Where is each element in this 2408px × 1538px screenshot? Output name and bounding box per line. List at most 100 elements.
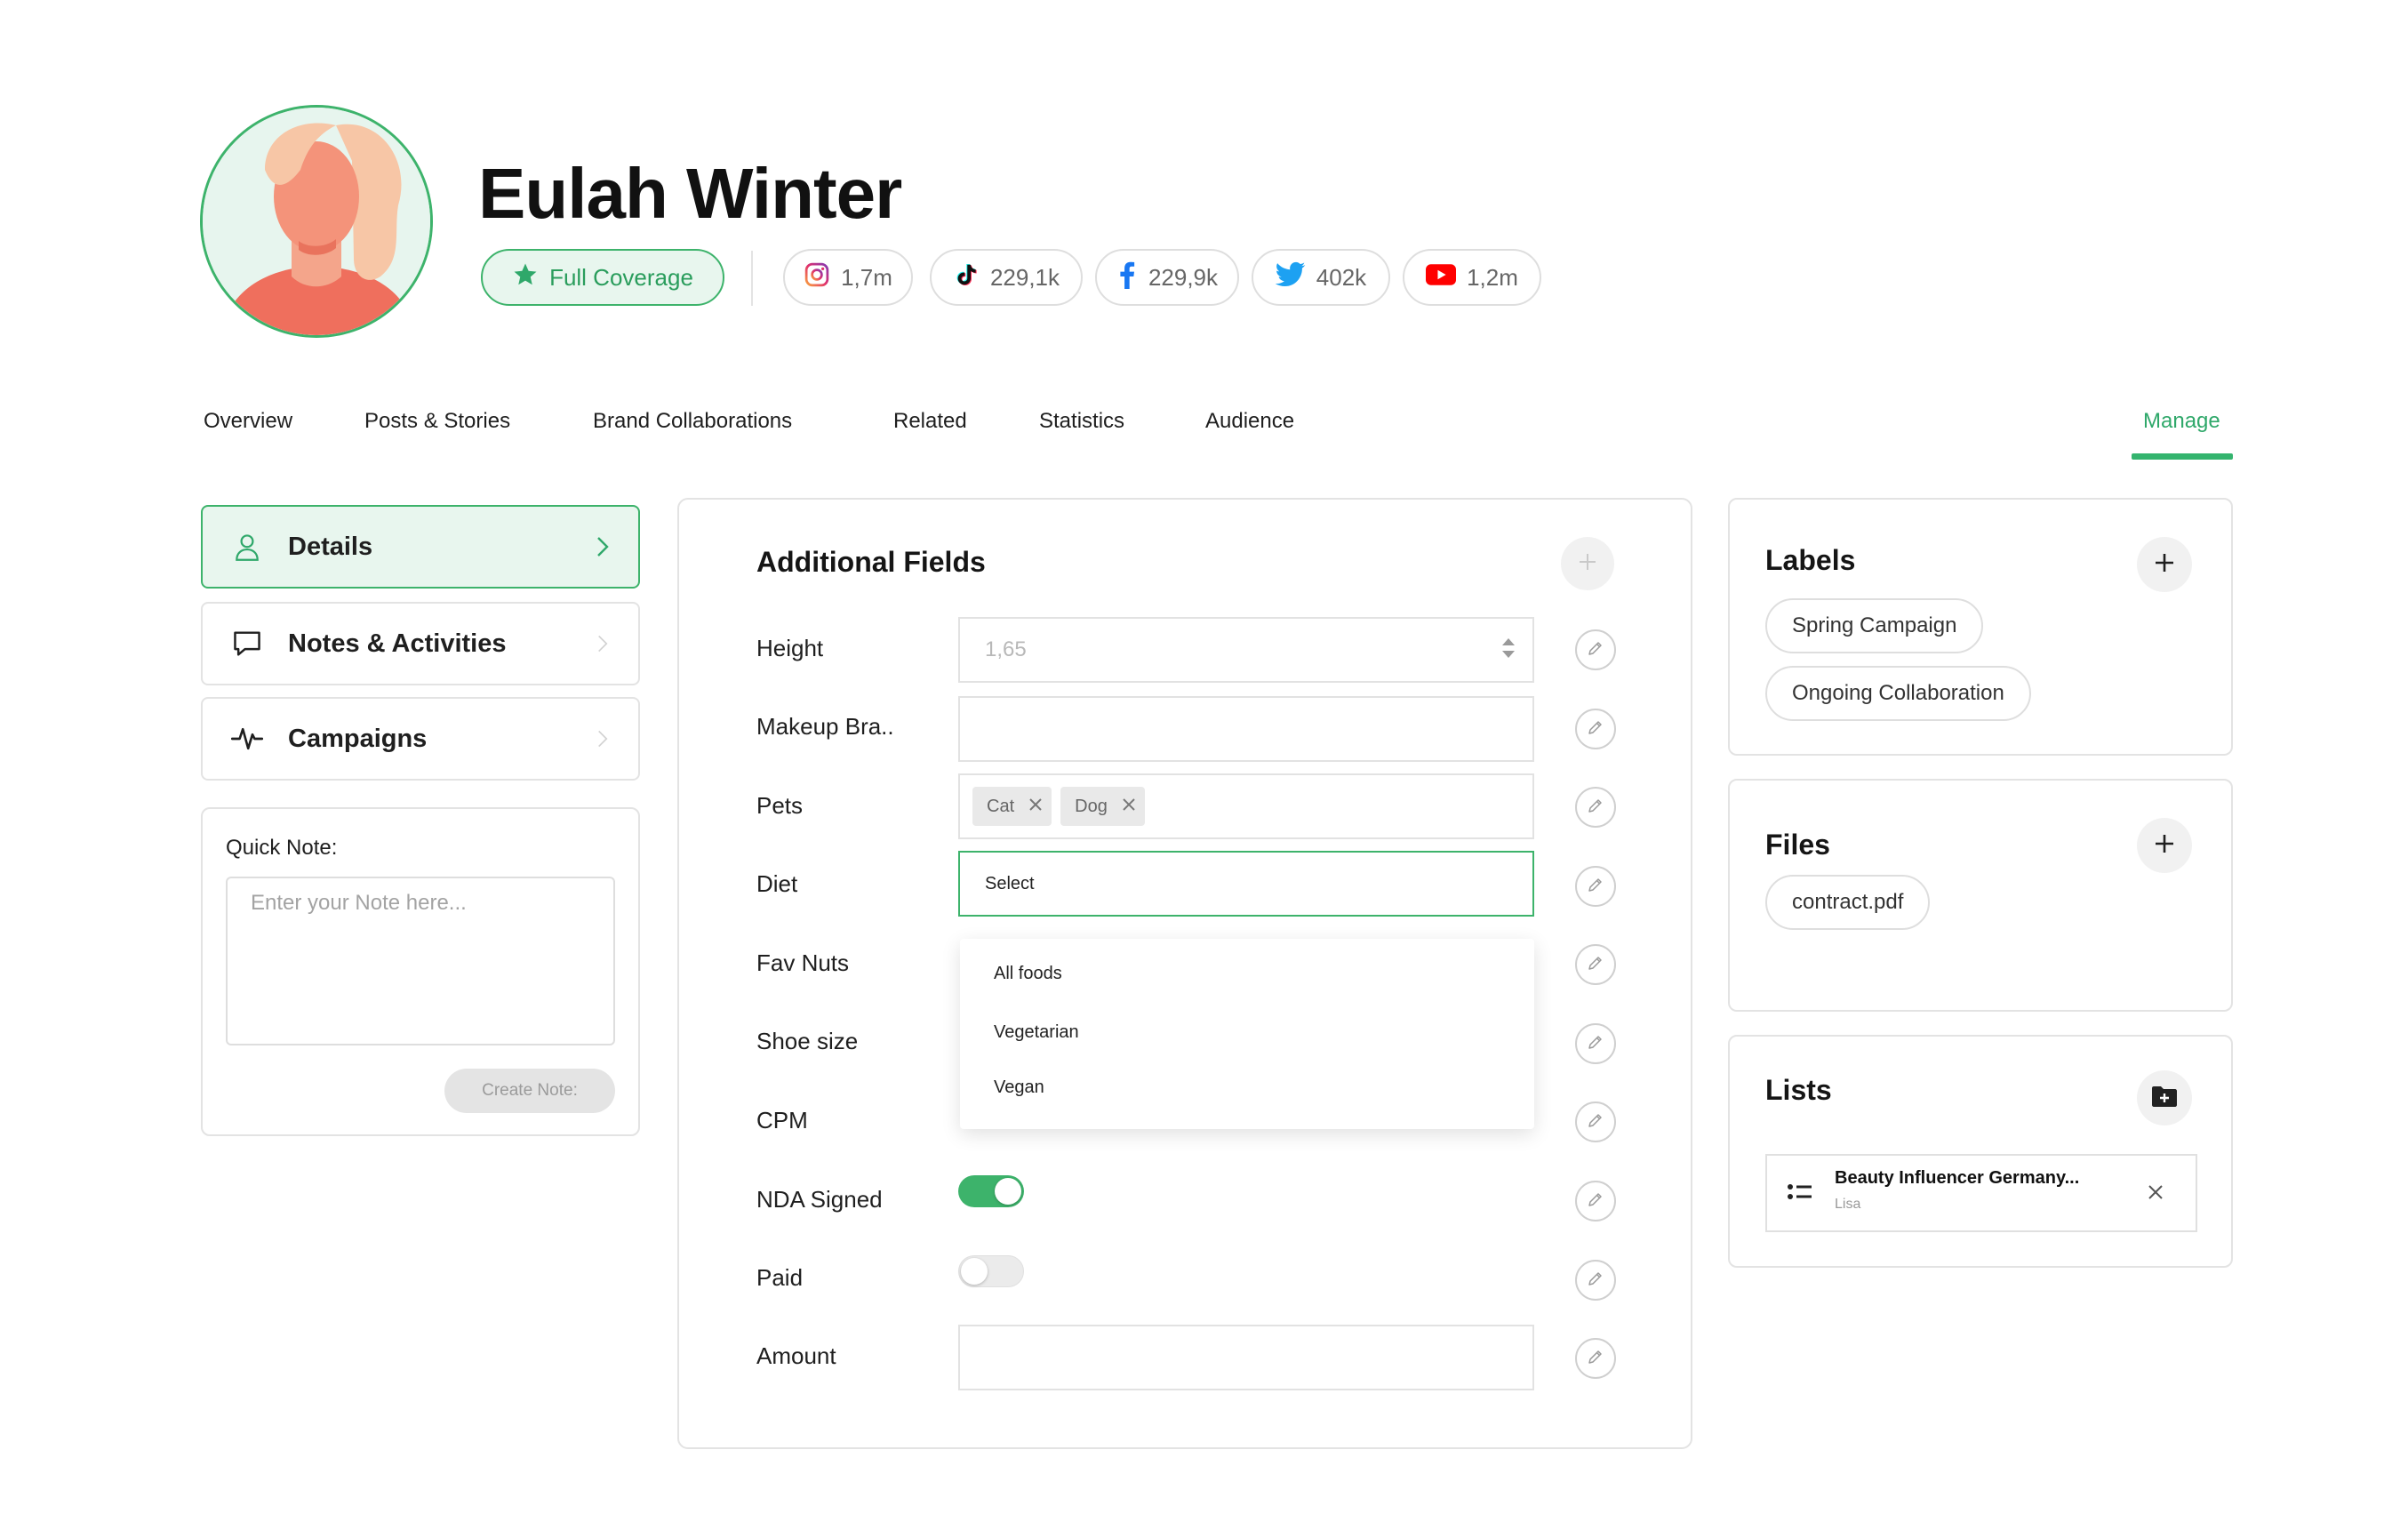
toggle-knob — [995, 1178, 1021, 1205]
pencil-icon — [1587, 954, 1604, 976]
field-label-fav-nuts: Fav Nuts — [756, 949, 850, 976]
chip-label: Dog — [1075, 796, 1108, 816]
avatar — [200, 105, 433, 338]
remove-list-icon[interactable] — [2148, 1184, 2164, 1205]
tiktok-icon — [953, 261, 980, 294]
edit-pets-button[interactable] — [1575, 787, 1616, 828]
pencil-icon — [1587, 639, 1604, 661]
sidebar-item-campaigns[interactable]: Campaigns — [201, 697, 640, 781]
edit-nda-signed-button[interactable] — [1575, 1181, 1616, 1222]
field-label-paid: Paid — [756, 1264, 804, 1291]
youtube-icon — [1426, 263, 1457, 292]
chip-label: Cat — [987, 796, 1015, 816]
list-item[interactable] — [1765, 1154, 2197, 1232]
edit-cpm-button[interactable] — [1575, 1101, 1616, 1142]
nda-signed-toggle[interactable] — [958, 1175, 1024, 1207]
create-note-button[interactable]: Create Note: — [444, 1069, 615, 1113]
twitter-count: 402k — [1316, 263, 1367, 291]
instagram-count: 1,7m — [841, 263, 892, 291]
label-tag[interactable]: Ongoing Collaboration — [1765, 666, 2031, 721]
lists-card — [1728, 1035, 2233, 1268]
list-bullet-icon — [1787, 1181, 1813, 1208]
diet-option-vegetarian[interactable]: Vegetarian — [994, 1022, 1079, 1043]
tiktok-count: 229,1k — [989, 263, 1060, 291]
height-number-input[interactable]: 1,65 — [958, 617, 1534, 683]
coverage-badge[interactable]: Full Coverage — [481, 249, 724, 306]
star-icon — [512, 261, 539, 294]
tab-audience[interactable]: Audience — [1205, 409, 1294, 434]
edit-amount-button[interactable] — [1575, 1338, 1616, 1379]
plus-icon — [1578, 552, 1597, 576]
edit-fav-nuts-button[interactable] — [1575, 944, 1616, 985]
makeup-brand-input[interactable] — [958, 696, 1534, 762]
paid-toggle[interactable] — [958, 1255, 1024, 1287]
close-icon[interactable] — [1122, 797, 1136, 817]
diet-select[interactable]: Select — [958, 851, 1534, 917]
twitter-icon — [1275, 261, 1306, 294]
edit-height-button[interactable] — [1575, 629, 1616, 670]
spinner-arrows-icon[interactable] — [1500, 635, 1516, 666]
coverage-label: Full Coverage — [549, 263, 693, 291]
add-list-button[interactable] — [2137, 1070, 2192, 1125]
quick-note-input[interactable] — [226, 877, 615, 1045]
diet-option-vegan[interactable]: Vegan — [994, 1077, 1044, 1098]
facebook-count: 229,9k — [1148, 263, 1219, 291]
list-item-title: Beauty Influencer Germany... — [1835, 1168, 2080, 1188]
pencil-icon — [1587, 1190, 1604, 1213]
chevron-right-icon — [592, 536, 613, 557]
pencil-icon — [1587, 718, 1604, 741]
lists-title: Lists — [1765, 1074, 1832, 1106]
amount-input[interactable] — [958, 1325, 1534, 1390]
sidebar-item-label: Details — [288, 532, 373, 561]
pencil-icon — [1587, 1348, 1604, 1370]
tab-related[interactable]: Related — [893, 409, 967, 434]
sidebar-item-notes-activities[interactable]: Notes & Activities — [201, 602, 640, 685]
social-pill-twitter[interactable]: 402k — [1252, 249, 1390, 306]
instagram-icon — [804, 261, 830, 294]
diet-option-all-foods[interactable]: All foods — [994, 964, 1062, 984]
toggle-knob — [961, 1258, 988, 1285]
edit-shoe-size-button[interactable] — [1575, 1023, 1616, 1064]
field-label-height: Height — [756, 635, 824, 661]
social-pill-youtube[interactable]: 1,2m — [1403, 249, 1541, 306]
tab-brand-collaborations[interactable]: Brand Collaborations — [593, 409, 792, 434]
edit-makeup-brand-button[interactable] — [1575, 709, 1616, 749]
pencil-icon — [1587, 1033, 1604, 1055]
social-pill-facebook[interactable]: 229,9k — [1095, 249, 1239, 306]
add-label-button[interactable] — [2137, 537, 2192, 592]
user-icon — [231, 531, 263, 563]
file-item[interactable]: contract.pdf — [1765, 875, 1931, 930]
plus-icon — [2154, 833, 2175, 859]
tab-overview[interactable]: Overview — [204, 409, 292, 434]
field-label-shoe-size: Shoe size — [756, 1028, 859, 1054]
chevron-right-icon — [592, 633, 613, 654]
tab-posts-stories[interactable]: Posts & Stories — [364, 409, 510, 434]
field-label-cpm: CPM — [756, 1107, 808, 1133]
pets-tag-input[interactable]: Cat Dog — [958, 773, 1534, 839]
files-title: Files — [1765, 829, 1830, 861]
field-label-diet: Diet — [756, 870, 798, 897]
close-icon[interactable] — [1028, 797, 1043, 817]
pencil-icon — [1587, 1270, 1604, 1292]
additional-fields-title: Additional Fields — [756, 546, 986, 578]
social-pill-instagram[interactable]: 1,7m — [783, 249, 913, 306]
list-item-owner: Lisa — [1835, 1197, 1861, 1212]
pencil-icon — [1587, 797, 1604, 819]
field-label-nda-signed: NDA Signed — [756, 1186, 883, 1213]
tab-statistics[interactable]: Statistics — [1039, 409, 1124, 434]
edit-diet-button[interactable] — [1575, 866, 1616, 907]
edit-paid-button[interactable] — [1575, 1260, 1616, 1301]
pet-chip: Cat — [972, 787, 1052, 826]
height-value: 1,65 — [985, 637, 1027, 661]
social-pill-tiktok[interactable]: 229,1k — [930, 249, 1083, 306]
field-label-pets: Pets — [756, 792, 804, 819]
chevron-right-icon — [592, 728, 613, 749]
tab-manage[interactable]: Manage — [2143, 409, 2220, 434]
add-file-button[interactable] — [2137, 818, 2192, 873]
folder-plus-icon — [2151, 1085, 2178, 1112]
label-tag[interactable]: Spring Campaign — [1765, 598, 1984, 653]
sidebar-item-details[interactable]: Details — [201, 505, 640, 589]
field-label-amount: Amount — [756, 1342, 836, 1369]
add-field-button[interactable] — [1561, 537, 1614, 590]
diet-dropdown-menu: All foods Vegetarian Vegan — [960, 939, 1534, 1129]
